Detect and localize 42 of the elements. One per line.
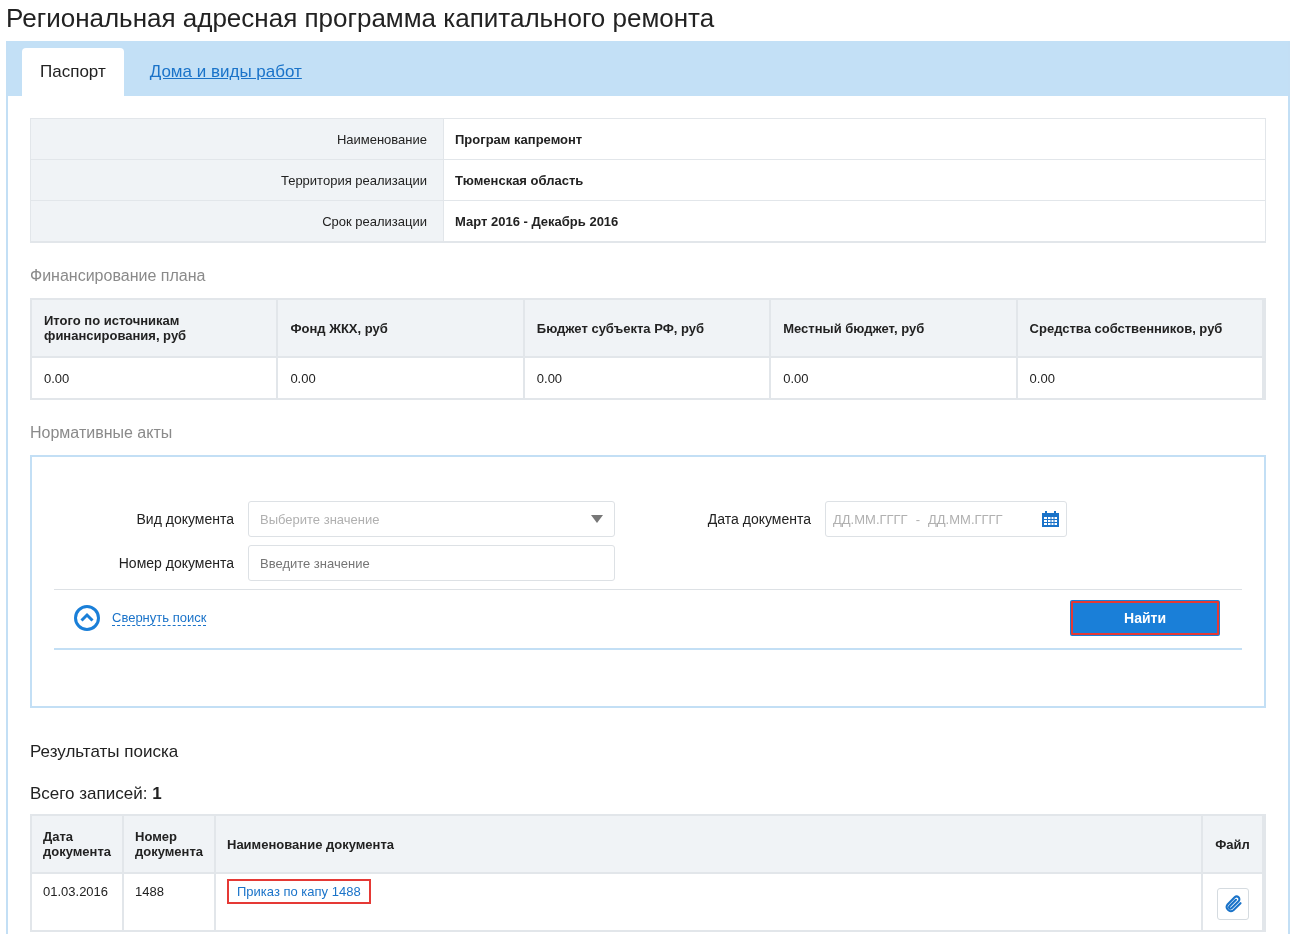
field-label: Дата документа <box>706 511 812 527</box>
caret-icon <box>591 515 603 523</box>
column-header: Бюджет субъекта РФ, руб <box>524 300 772 358</box>
column-header: Наименование документа <box>216 816 1203 874</box>
document-link[interactable]: Приказ по капу 1488 <box>227 879 371 904</box>
select-field[interactable]: Выберите значение <box>248 501 615 537</box>
chevron-up-circle-icon[interactable] <box>74 605 100 631</box>
find-button[interactable]: Найти <box>1070 600 1220 636</box>
table-cell: 0.00 <box>32 358 279 398</box>
field-value: Март 2016 - Декабрь 2016 <box>444 201 1265 242</box>
field-label: Наименование <box>31 119 444 160</box>
date-range-field[interactable]: ДД.ММ.ГГГГ - ДД.ММ.ГГГГ <box>825 501 1067 537</box>
field-value: Тюменская область <box>444 160 1265 201</box>
tab[interactable]: Паспорт <box>22 48 124 96</box>
column-header: Фонд ЖКХ, руб <box>278 300 525 358</box>
field-value: Програм капремонт <box>444 119 1265 160</box>
tab[interactable]: Дома и виды работ <box>131 48 320 96</box>
column-header: Номер документа <box>124 816 216 874</box>
section-heading: Финансирование плана <box>30 267 207 285</box>
table-cell: 0.00 <box>1017 358 1264 398</box>
table-cell: 0.00 <box>278 358 525 398</box>
section-heading: Нормативные акты <box>30 424 174 442</box>
collapse-search-link[interactable]: Свернуть поиск <box>112 610 207 626</box>
table-cell: 01.03.2016 <box>32 874 124 930</box>
field-label: Вид документа <box>135 511 235 527</box>
column-header: Местный бюджет, руб <box>771 300 1018 358</box>
input-field[interactable]: Введите значение <box>248 545 615 581</box>
field-label: Срок реализации <box>31 201 444 242</box>
field-label: Территория реализации <box>31 160 444 201</box>
column-header: Дата документа <box>32 816 124 874</box>
section-heading: Результаты поиска <box>30 742 180 762</box>
calendar-icon <box>1042 511 1059 527</box>
page-title: Региональная адресная программа капитального ремонта <box>6 2 716 35</box>
column-header: Файл <box>1203 816 1264 874</box>
attachment-button[interactable] <box>1216 888 1249 920</box>
column-header: Средства собственников, руб <box>1017 300 1264 358</box>
table-cell: 1488 <box>124 874 216 930</box>
table-cell: 0.00 <box>524 358 772 398</box>
total-records: Всего записей: 1 <box>30 784 163 804</box>
column-header: Итого по источникам финансирования, руб <box>32 300 279 358</box>
table-cell: 0.00 <box>771 358 1018 398</box>
field-label: Номер документа <box>117 555 235 571</box>
